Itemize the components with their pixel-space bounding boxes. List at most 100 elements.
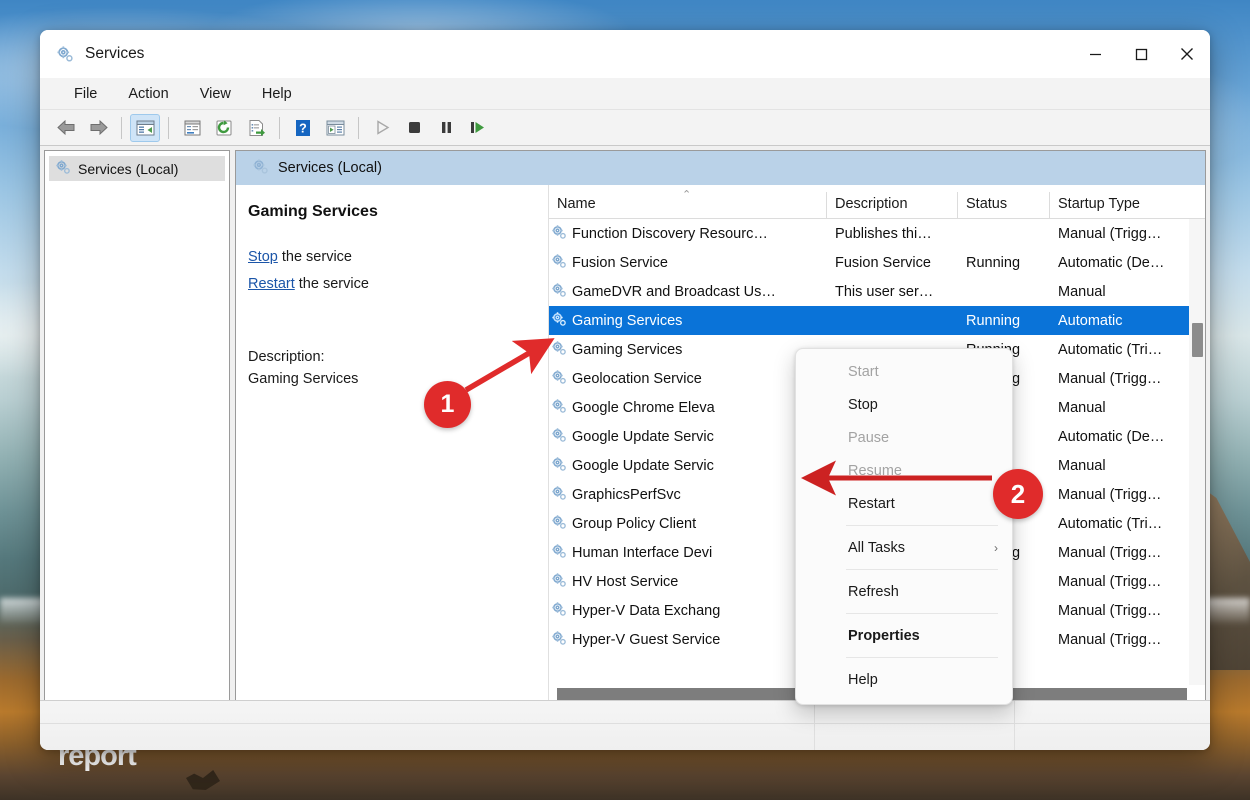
- minimize-button[interactable]: [1072, 30, 1118, 78]
- cell-name-label: Google Chrome Eleva: [572, 399, 715, 416]
- cell-startup: Automatic (De…: [1058, 254, 1165, 271]
- toolbar-separator: [121, 116, 122, 139]
- cell-name-label: Hyper-V Data Exchang: [572, 602, 721, 619]
- tree-item-label: Services (Local): [78, 160, 179, 177]
- window-controls: [1072, 30, 1210, 78]
- menu-help[interactable]: Help: [250, 83, 304, 105]
- desktop-background: Services File Action View Help ? Service…: [0, 0, 1250, 800]
- services-gear-icon: [551, 456, 567, 476]
- cell-name: Human Interface Devi: [549, 543, 827, 563]
- cell-startup: Manual (Trigg…: [1058, 602, 1162, 619]
- cell-startup: Automatic (Tri…: [1058, 515, 1163, 532]
- cell-name: Google Update Servic: [549, 456, 827, 476]
- close-button[interactable]: [1164, 30, 1210, 78]
- cell-name-label: Fusion Service: [572, 254, 668, 271]
- vertical-scrollbar-thumb[interactable]: [1192, 323, 1203, 357]
- results-pane-content: Gaming Services Stop the service Restart…: [236, 185, 1205, 703]
- context-menu-item-properties[interactable]: Properties: [796, 619, 1012, 652]
- cell-name: Gaming Services: [549, 311, 827, 331]
- export-list-icon[interactable]: [241, 114, 271, 142]
- context-menu-item-label: Help: [848, 671, 878, 688]
- cell-name-label: Google Update Servic: [572, 428, 714, 445]
- services-gear-icon: [551, 282, 567, 302]
- maximize-button[interactable]: [1118, 30, 1164, 78]
- cell-name-label: Google Update Servic: [572, 457, 714, 474]
- cell-name: HV Host Service: [549, 572, 827, 592]
- context-menu-separator: [846, 569, 998, 570]
- stop-service-icon[interactable]: [399, 114, 429, 142]
- window-body: Services (Local) Services (Local) Gaming…: [40, 146, 1210, 704]
- cell-status: Running: [966, 254, 1021, 271]
- cell-name: Fusion Service: [549, 253, 827, 273]
- description-value: Gaming Services: [248, 370, 359, 387]
- context-menu-item-help[interactable]: Help: [796, 663, 1012, 696]
- context-menu-item-label: Pause: [848, 429, 890, 446]
- show-hide-console-tree-icon[interactable]: [130, 113, 160, 142]
- table-row[interactable]: GameDVR and Broadcast Us… This user ser… M…: [549, 277, 1205, 306]
- list-header-row: ⌃ Name Description Status Startup Type: [549, 185, 1205, 219]
- help-icon[interactable]: ?: [288, 114, 318, 142]
- table-row[interactable]: Function Discovery Resourc… Publishes thi…: [549, 219, 1205, 248]
- show-hide-action-pane-icon[interactable]: [320, 114, 350, 142]
- services-gear-icon: [551, 369, 567, 389]
- restart-service-icon[interactable]: [463, 114, 493, 142]
- cell-description: Fusion Service: [835, 254, 931, 271]
- console-tree-pane: Services (Local): [44, 150, 230, 704]
- restart-line-rest: the service: [294, 276, 369, 293]
- menu-action[interactable]: Action: [116, 83, 180, 105]
- column-header-description[interactable]: Description: [827, 192, 958, 218]
- menu-bar: File Action View Help: [40, 78, 1210, 110]
- services-gear-icon: [551, 572, 567, 592]
- toolbar-separator: [358, 116, 359, 139]
- context-menu-item-label: Restart: [848, 495, 895, 512]
- cell-name: Google Chrome Eleva: [549, 398, 827, 418]
- services-gear-icon: [551, 485, 567, 505]
- submenu-chevron-icon: ›: [994, 540, 998, 555]
- context-menu-item-label: All Tasks: [848, 539, 905, 556]
- context-menu-separator: [846, 613, 998, 614]
- context-menu-separator: [846, 657, 998, 658]
- vertical-scrollbar[interactable]: [1189, 219, 1205, 685]
- cell-description: This user ser…: [835, 283, 934, 300]
- stop-service-link[interactable]: Stop: [248, 249, 278, 265]
- column-header-startup-type[interactable]: Startup Type: [1050, 192, 1195, 218]
- services-gear-icon: [551, 224, 567, 244]
- cell-startup: Manual (Trigg…: [1058, 631, 1162, 648]
- context-menu-item-restart[interactable]: Restart: [796, 487, 1012, 520]
- cell-startup: Automatic: [1058, 312, 1123, 329]
- services-gear-icon: [551, 398, 567, 418]
- menu-file[interactable]: File: [62, 83, 109, 105]
- cell-name-label: Function Discovery Resourc…: [572, 225, 768, 242]
- forward-arrow-icon[interactable]: [83, 114, 113, 142]
- cell-name-label: GraphicsPerfSvc: [572, 486, 681, 503]
- tree-item-services-local[interactable]: Services (Local): [49, 156, 225, 181]
- cell-name: Function Discovery Resourc…: [549, 224, 827, 244]
- context-menu-item-all-tasks[interactable]: All Tasks ›: [796, 531, 1012, 564]
- services-gear-icon: [551, 253, 567, 273]
- annotation-badge-2: 2: [993, 469, 1043, 519]
- description-label: Description:: [248, 349, 325, 366]
- table-row[interactable]: Fusion Service Fusion Service Running Autom…: [549, 248, 1205, 277]
- detail-description-block: Description: Gaming Services: [248, 347, 528, 391]
- cell-name-label: Hyper-V Guest Service: [572, 631, 721, 648]
- start-service-icon[interactable]: [367, 114, 397, 142]
- cell-name: Hyper-V Guest Service: [549, 630, 827, 650]
- restart-service-link[interactable]: Restart: [248, 276, 295, 292]
- table-row[interactable]: Gaming Services Running Automatic: [549, 306, 1205, 335]
- cell-startup: Manual (Trigg…: [1058, 225, 1162, 242]
- services-gear-icon: [551, 630, 567, 650]
- properties-icon[interactable]: [177, 114, 207, 142]
- results-pane-title: Services (Local): [278, 160, 382, 176]
- context-menu-item-refresh[interactable]: Refresh: [796, 575, 1012, 608]
- context-menu-item-stop[interactable]: Stop: [796, 388, 1012, 421]
- status-bar: [40, 700, 1210, 750]
- cell-startup: Manual (Trigg…: [1058, 573, 1162, 590]
- refresh-icon[interactable]: [209, 114, 239, 142]
- menu-view[interactable]: View: [188, 83, 243, 105]
- back-arrow-icon[interactable]: [51, 114, 81, 142]
- column-header-status[interactable]: Status: [958, 192, 1050, 218]
- annotation-badge-1: 1: [424, 381, 471, 428]
- pause-service-icon[interactable]: [431, 114, 461, 142]
- cell-name: GameDVR and Broadcast Us…: [549, 282, 827, 302]
- cell-startup: Manual (Trigg…: [1058, 486, 1162, 503]
